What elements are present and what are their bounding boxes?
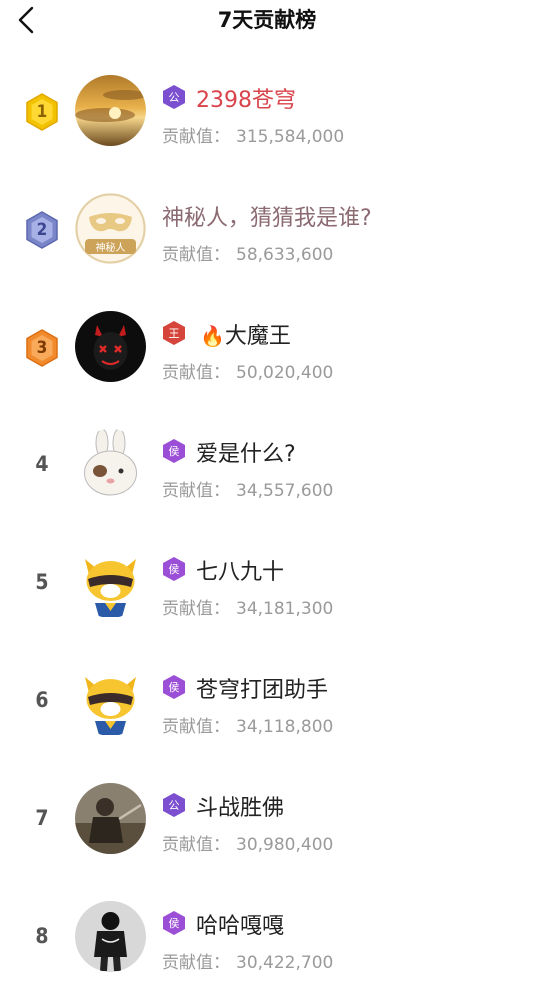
leaderboard-row[interactable]: 5 侯 七八九十 贡献值： 34,181,300 <box>0 524 534 642</box>
fire-icon: 🔥 <box>200 324 225 348</box>
svg-text:侯: 侯 <box>169 916 180 930</box>
contribution-value: 贡献值： 34,181,300 <box>162 594 333 619</box>
contribution-label: 贡献值： <box>162 245 230 265</box>
contribution-value: 贡献值： 30,422,700 <box>162 948 333 973</box>
contribution-label: 贡献值： <box>162 717 230 737</box>
contribution-label: 贡献值： <box>162 363 230 383</box>
title-badge-icon: 公 <box>162 792 186 818</box>
title-badge-icon: 公 <box>162 84 186 110</box>
leaderboard-row[interactable]: 7 公 斗战胜佛 贡献值： 30,980,400 <box>0 760 534 878</box>
avatar[interactable] <box>75 429 146 500</box>
contribution-label: 贡献值： <box>162 599 230 619</box>
user-name[interactable]: 苍穹打团助手 <box>196 672 328 704</box>
avatar[interactable]: 神秘人 <box>75 193 146 264</box>
user-name[interactable]: 神秘人，猜猜我是谁? <box>162 200 372 232</box>
contribution-label: 贡献值： <box>162 835 230 855</box>
svg-text:公: 公 <box>169 91 180 104</box>
user-name[interactable]: 七八九十 <box>196 554 284 586</box>
rank-number: 8 <box>35 924 49 948</box>
contribution-number: 58,633,600 <box>236 245 334 265</box>
svg-text:侯: 侯 <box>169 562 180 576</box>
leaderboard-row[interactable]: 8 侯 哈哈嘎嘎 贡献值： 30,422,700 <box>0 878 534 996</box>
rank-number: 2 <box>36 220 48 240</box>
leaderboard-row[interactable]: 4 侯 爱是什么? 贡献值： 34,557,600 <box>0 406 534 524</box>
contribution-value: 贡献值： 50,020,400 <box>162 358 333 383</box>
title-badge-icon: 侯 <box>162 910 186 936</box>
rank-number: 7 <box>35 806 49 830</box>
leaderboard-row[interactable]: 2 神秘人 神秘人，猜猜我是谁? 贡献值： 58,633,600 <box>0 170 534 288</box>
leaderboard-row[interactable]: 1 公 2398苍穹 贡献值： 315,584,000 <box>0 52 534 170</box>
contribution-number: 34,557,600 <box>236 481 334 501</box>
contribution-number: 34,181,300 <box>236 599 334 619</box>
avatar[interactable] <box>75 547 146 618</box>
rank-number: 1 <box>36 102 48 122</box>
contribution-value: 贡献值： 34,557,600 <box>162 476 333 501</box>
user-name[interactable]: 斗战胜佛 <box>196 790 284 822</box>
avatar[interactable] <box>75 783 146 854</box>
contribution-number: 50,020,400 <box>236 363 334 383</box>
contribution-number: 34,118,800 <box>236 717 334 737</box>
contribution-value: 贡献值： 58,633,600 <box>162 240 333 265</box>
rank-number: 6 <box>35 688 49 712</box>
user-name[interactable]: 🔥大魔王 <box>200 318 291 350</box>
contribution-label: 贡献值： <box>162 953 230 973</box>
avatar[interactable] <box>75 665 146 736</box>
svg-text:王: 王 <box>169 327 180 340</box>
svg-text:侯: 侯 <box>169 444 180 458</box>
title-badge-icon: 侯 <box>162 674 186 700</box>
contribution-value: 贡献值： 30,980,400 <box>162 830 333 855</box>
rank-number: 3 <box>36 338 48 358</box>
contribution-label: 贡献值： <box>162 127 230 147</box>
avatar[interactable] <box>75 75 146 146</box>
contribution-number: 30,422,700 <box>236 953 334 973</box>
user-name[interactable]: 哈哈嘎嘎 <box>196 908 284 940</box>
header-bar: 7天贡献榜 <box>0 0 534 44</box>
svg-text:公: 公 <box>169 799 180 812</box>
title-badge-icon: 侯 <box>162 556 186 582</box>
leaderboard-row[interactable]: 3 王 🔥大魔王 贡献值： 50,020,400 <box>0 288 534 406</box>
title-badge-icon: 王 <box>162 320 186 346</box>
contribution-number: 315,584,000 <box>236 127 345 147</box>
page-title: 7天贡献榜 <box>217 8 317 32</box>
user-name[interactable]: 2398苍穹 <box>196 82 296 114</box>
contribution-value: 贡献值： 315,584,000 <box>162 122 344 147</box>
avatar[interactable] <box>75 901 146 972</box>
rank-number: 4 <box>35 452 49 476</box>
user-name[interactable]: 爱是什么? <box>196 436 296 468</box>
leaderboard-row[interactable]: 6 侯 苍穹打团助手 贡献值： 34,118,800 <box>0 642 534 760</box>
leaderboard-list: 1 公 2398苍穹 贡献值： 315,584,000 2 神秘人 神秘人，猜猜我… <box>0 52 534 996</box>
contribution-number: 30,980,400 <box>236 835 334 855</box>
svg-text:神秘人: 神秘人 <box>96 241 126 254</box>
svg-text:侯: 侯 <box>169 680 180 694</box>
avatar[interactable] <box>75 311 146 382</box>
title-badge-icon: 侯 <box>162 438 186 464</box>
contribution-label: 贡献值： <box>162 481 230 501</box>
contribution-value: 贡献值： 34,118,800 <box>162 712 333 737</box>
rank-number: 5 <box>35 570 49 594</box>
